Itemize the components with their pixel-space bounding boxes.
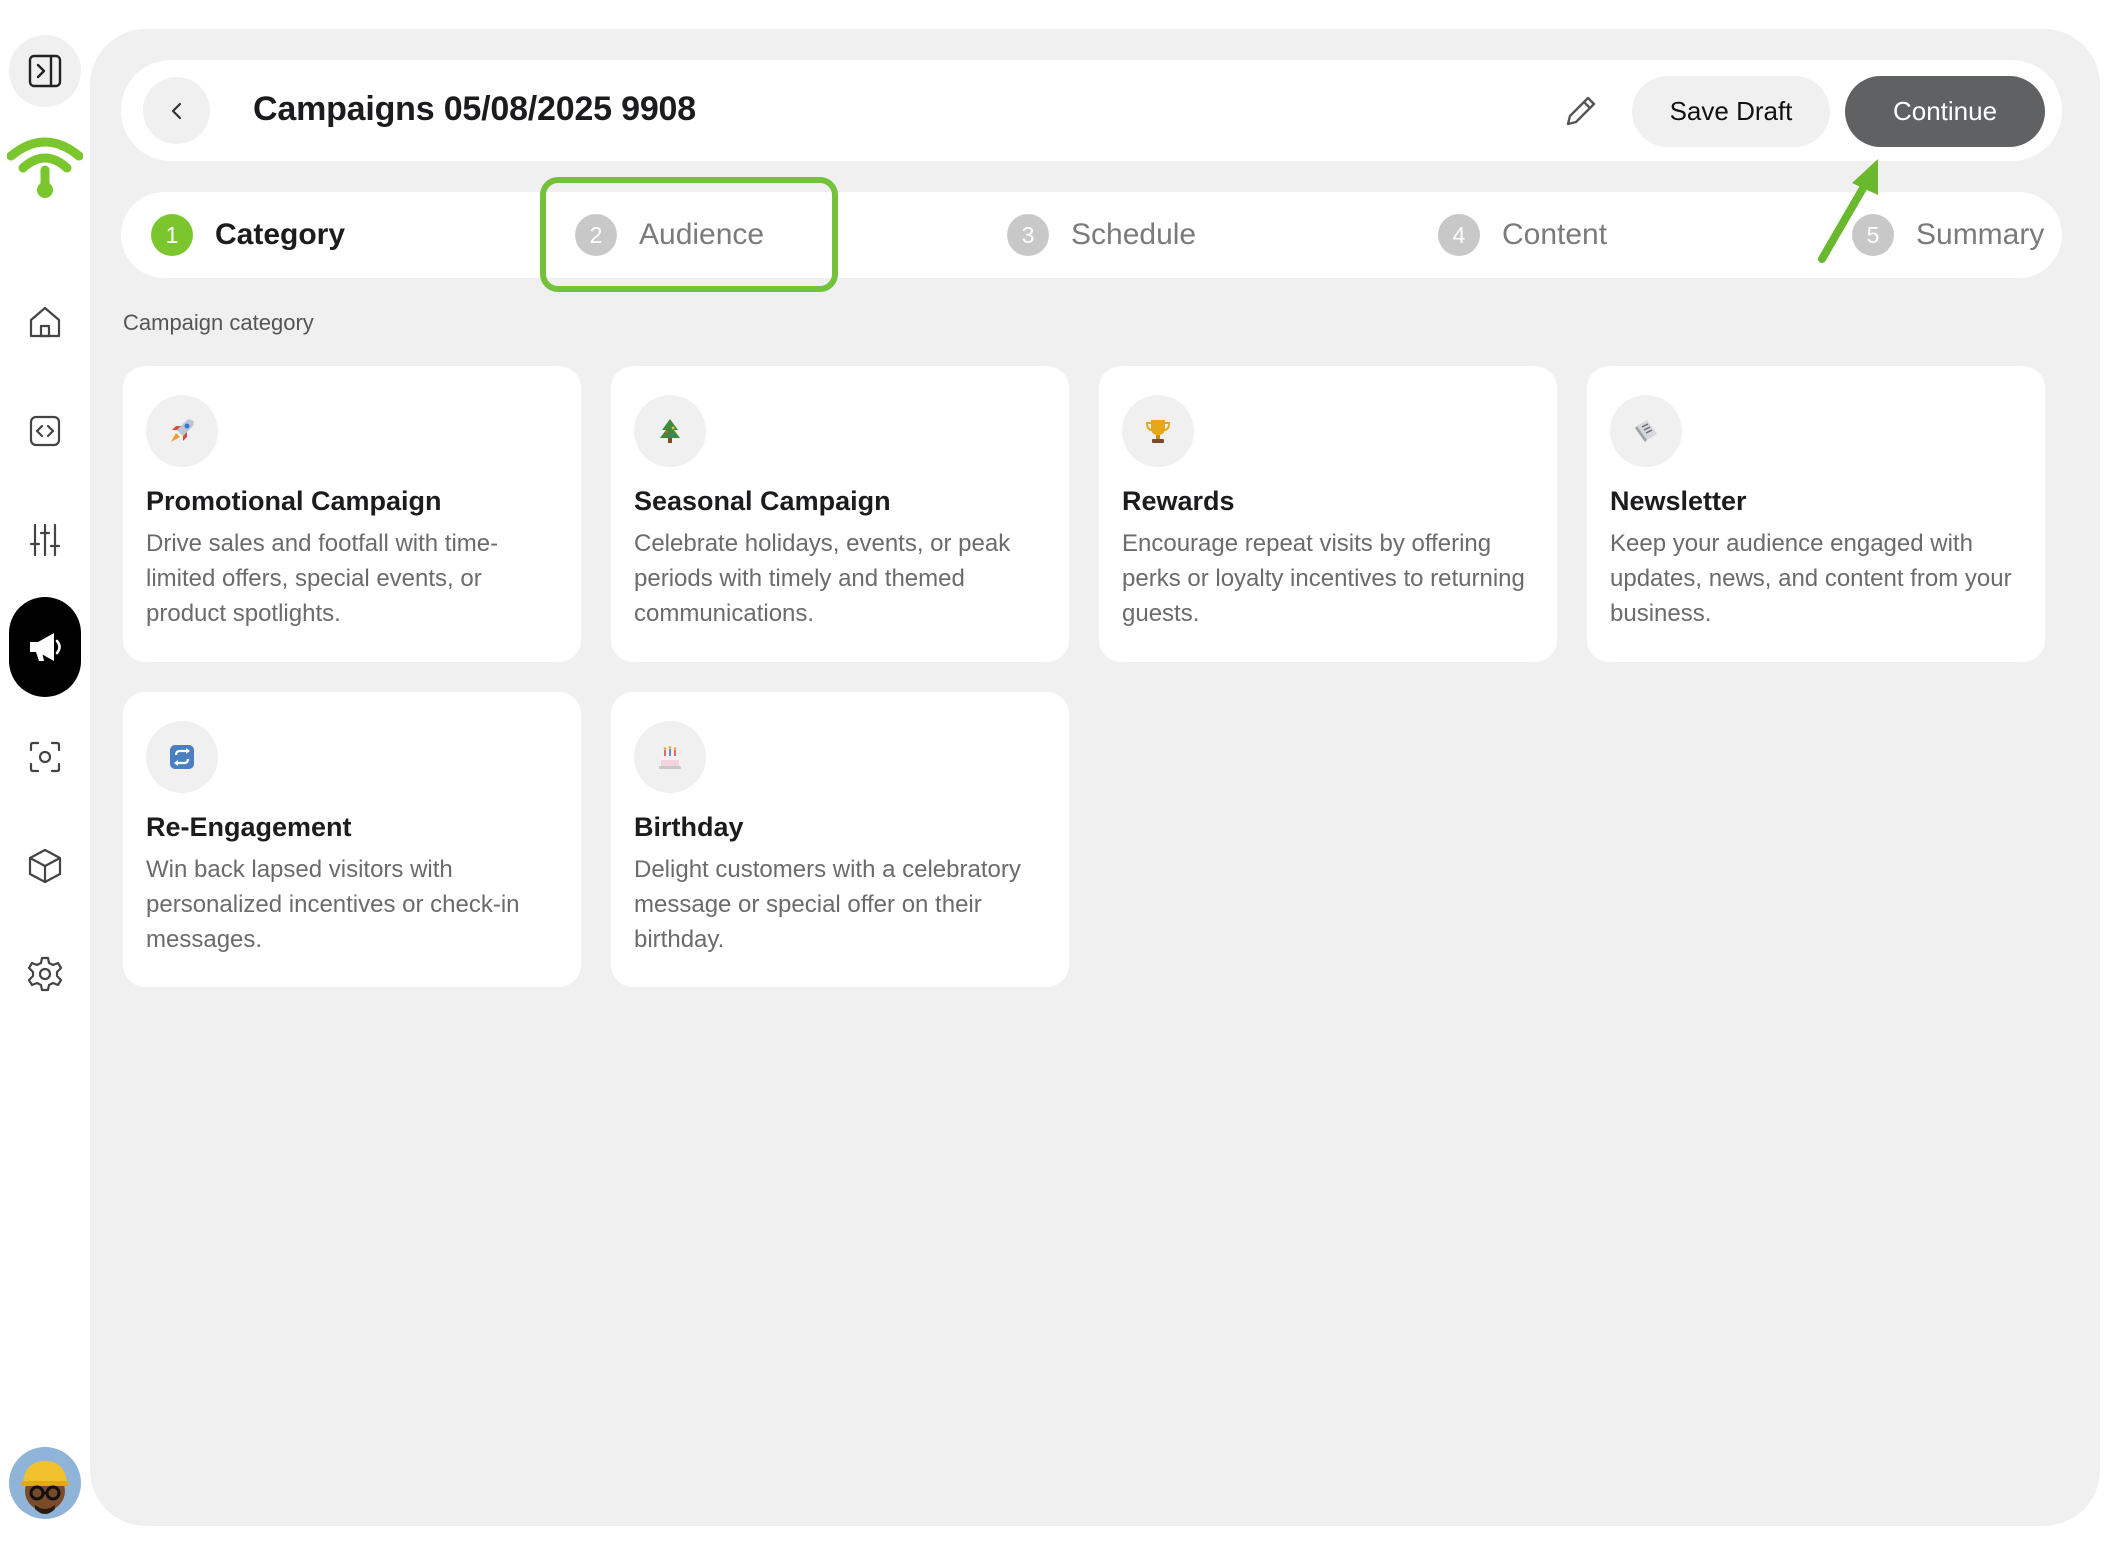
- card-title: Rewards: [1122, 486, 1235, 516]
- sliders-icon: [29, 523, 61, 557]
- card-description: Celebrate holidays, events, or peak peri…: [634, 530, 1011, 627]
- annotation-highlight-box: [540, 177, 838, 292]
- step-number: 4: [1438, 214, 1480, 256]
- card-description: Win back lapsed visitors with personaliz…: [146, 856, 520, 953]
- card-description: Drive sales and footfall with time-limit…: [146, 530, 499, 627]
- step-schedule[interactable]: 3 Schedule: [1007, 192, 1196, 278]
- code-icon: [29, 415, 61, 447]
- nav-home[interactable]: [9, 286, 81, 358]
- card-description: Encourage repeat visits by offering perk…: [1122, 530, 1525, 627]
- back-button[interactable]: [143, 77, 210, 144]
- newspaper-icon: [1610, 395, 1682, 467]
- step-content[interactable]: 4 Content: [1438, 192, 1607, 278]
- category-card-promotional[interactable]: Promotional Campaign Drive sales and foo…: [123, 366, 581, 662]
- step-label: Category: [215, 218, 346, 251]
- avatar-icon: [21, 1461, 69, 1514]
- main-panel: Campaigns 05/08/2025 9908 Save Draft Con…: [90, 29, 2100, 1526]
- step-number: 1: [151, 214, 193, 256]
- collapse-sidebar-icon: [28, 54, 62, 88]
- nav-code[interactable]: [9, 395, 81, 467]
- section-label: Campaign category: [123, 310, 314, 335]
- step-number: 3: [1007, 214, 1049, 256]
- card-title: Birthday: [634, 812, 744, 842]
- collapse-sidebar-button[interactable]: [9, 35, 81, 107]
- card-title: Promotional Campaign: [146, 486, 442, 516]
- step-progress: 1 Category 2 Audience 3 Schedule 4 Conte…: [121, 192, 2062, 278]
- card-title: Newsletter: [1610, 486, 1747, 516]
- annotation-arrow-icon: [1818, 159, 1878, 263]
- category-card-seasonal[interactable]: Seasonal Campaign Celebrate holidays, ev…: [611, 366, 1069, 662]
- step-label: Content: [1502, 218, 1608, 251]
- card-description: Delight customers with a celebratory mes…: [634, 856, 1021, 953]
- rocket-icon: [146, 395, 218, 467]
- trophy-icon: [1122, 395, 1194, 467]
- category-card-rewards[interactable]: Rewards Encourage repeat visits by offer…: [1099, 366, 1557, 662]
- page-title: Campaigns 05/08/2025 9908: [253, 90, 696, 128]
- nav-products[interactable]: [9, 830, 81, 902]
- category-card-reengagement[interactable]: Re-Engagement Win back lapsed visitors w…: [123, 692, 581, 987]
- header-bar: Campaigns 05/08/2025 9908 Save Draft Con…: [121, 60, 2062, 161]
- nav-campaigns[interactable]: [9, 597, 81, 697]
- wifi-logo-icon: [7, 137, 83, 198]
- step-label: Schedule: [1071, 218, 1197, 251]
- edit-title-button[interactable]: [1556, 86, 1606, 136]
- card-title: Re-Engagement: [146, 812, 352, 842]
- category-card-birthday[interactable]: Birthday Delight customers with a celebr…: [611, 692, 1069, 987]
- christmas-tree-icon: [634, 395, 706, 467]
- scan-icon: [29, 741, 61, 773]
- step-label: Summary: [1916, 218, 2045, 251]
- home-icon: [29, 306, 61, 338]
- save-draft-button[interactable]: Save Draft: [1632, 76, 1830, 147]
- chevron-left-icon: [171, 102, 181, 119]
- card-description: Keep your audience engaged with updates,…: [1610, 530, 2012, 627]
- repeat-icon: [146, 721, 218, 793]
- pencil-icon: [1566, 96, 1596, 126]
- birthday-cake-icon: [634, 721, 706, 793]
- megaphone-icon: [30, 633, 61, 661]
- nav-settings[interactable]: [9, 938, 81, 1010]
- step-category[interactable]: 1 Category: [151, 192, 345, 278]
- continue-button[interactable]: Continue: [1845, 76, 2045, 147]
- box-icon: [28, 848, 62, 884]
- category-card-newsletter[interactable]: Newsletter Keep your audience engaged wi…: [1587, 366, 2045, 662]
- settings-icon: [27, 956, 63, 992]
- nav-scan[interactable]: [9, 721, 81, 793]
- avatar[interactable]: [9, 1447, 81, 1519]
- sidebar: [0, 0, 90, 1556]
- card-title: Seasonal Campaign: [634, 486, 891, 516]
- nav-adjustments[interactable]: [9, 504, 81, 576]
